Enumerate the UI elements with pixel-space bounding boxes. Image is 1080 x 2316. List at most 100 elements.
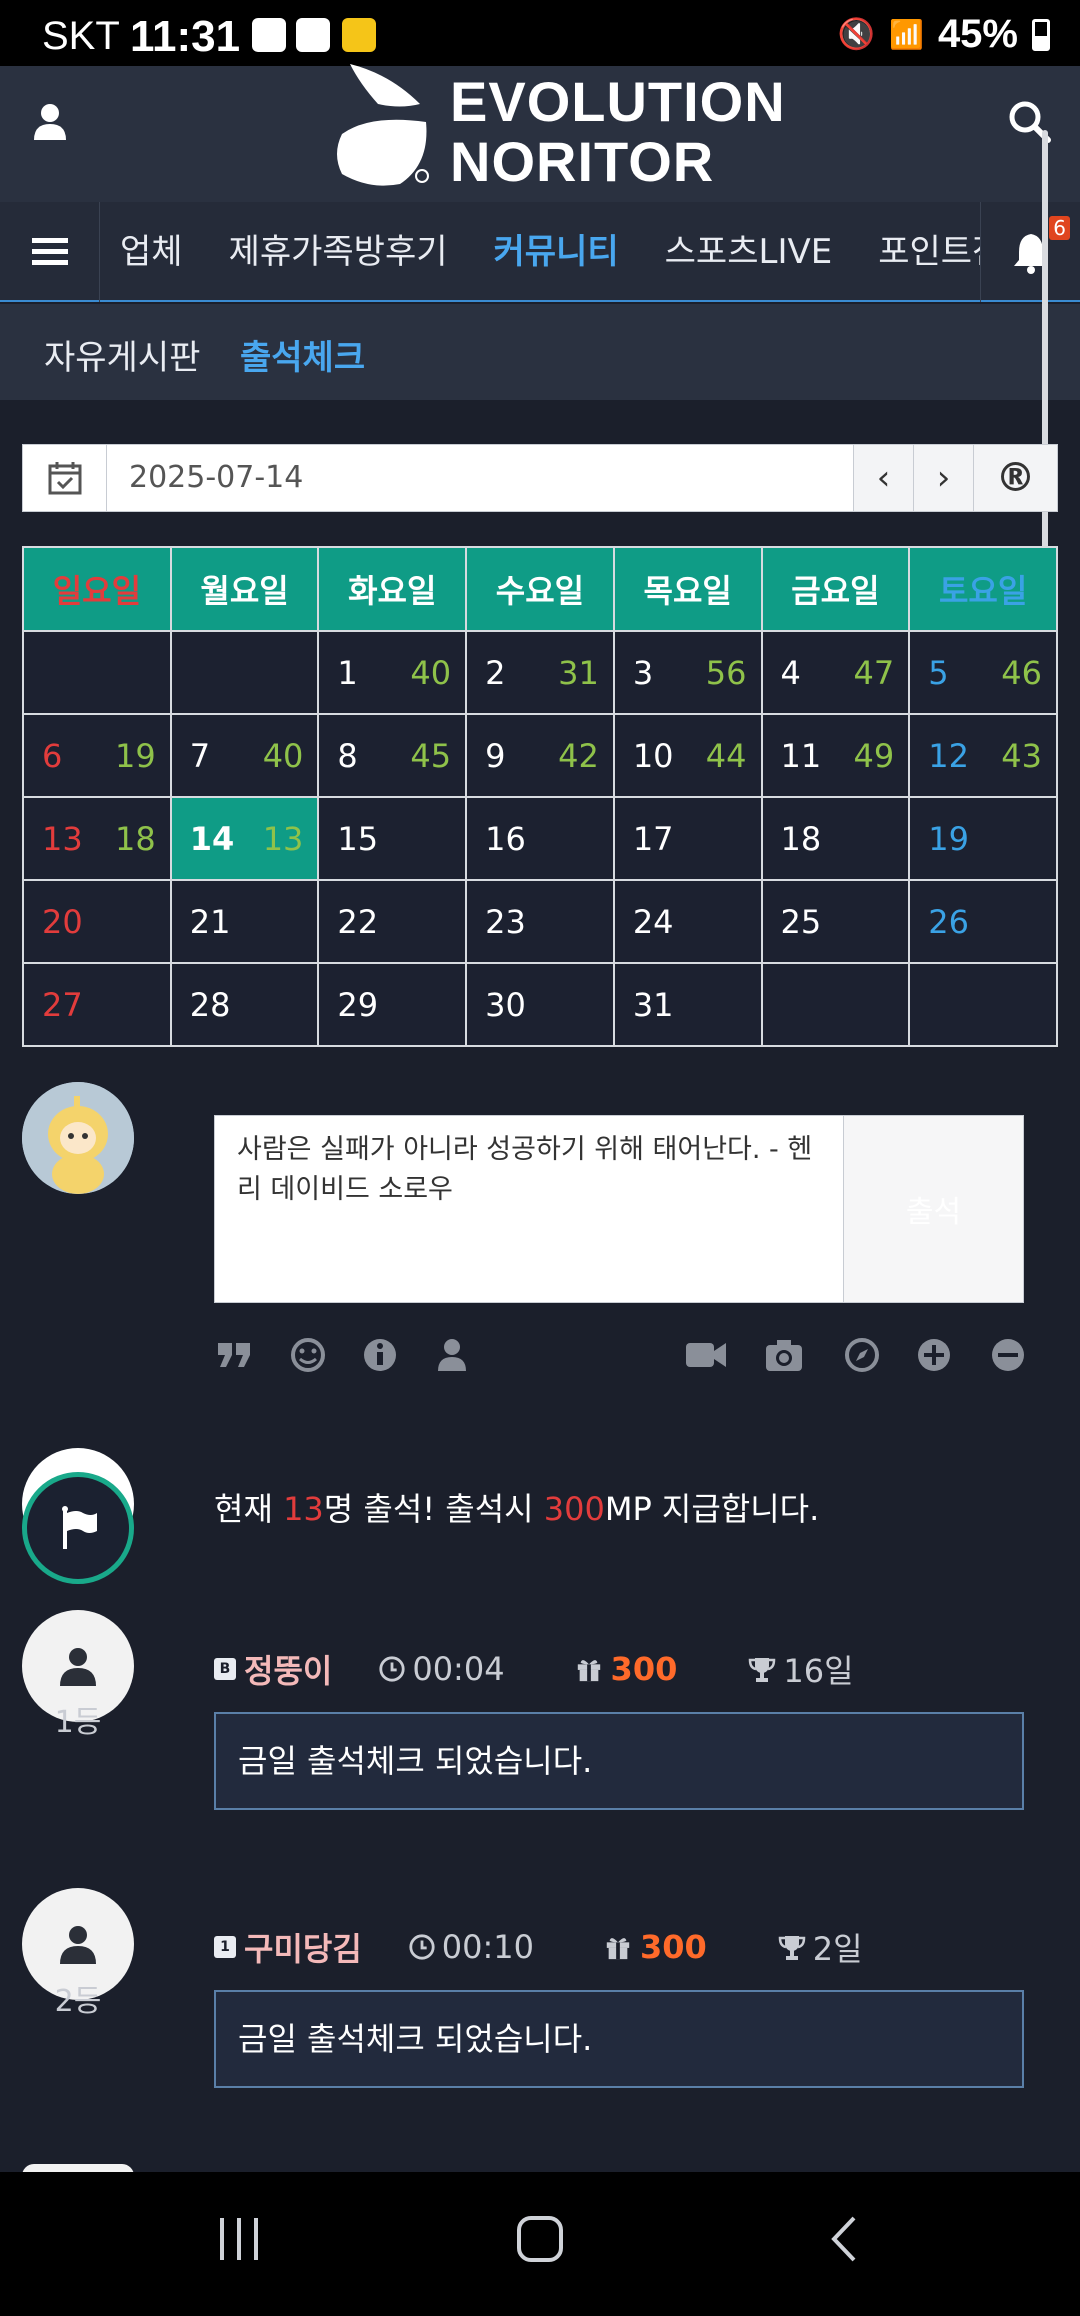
calendar-day-cell[interactable]: 8 45: [317, 713, 468, 798]
calendar-week-row: 1 40 2 31 3 56 4 47 5 46: [22, 630, 1058, 715]
calendar-day-cell[interactable]: 13 18: [22, 796, 172, 881]
calendar-day-attendance-count: 19: [114, 737, 156, 775]
brand-logo-icon[interactable]: [330, 64, 450, 190]
date-picker-bar: 2025-07-14 ‹ › ®: [22, 444, 1058, 512]
nav-item-points[interactable]: 포인트전: [878, 202, 980, 302]
recents-icon[interactable]: [214, 2214, 264, 2264]
attend-submit-button[interactable]: 출석: [843, 1116, 1023, 1302]
calendar-day-cell[interactable]: 5 46: [908, 630, 1058, 715]
subnav-attendance[interactable]: 출석체크: [240, 330, 365, 379]
calendar-day-attendance-count: 43: [1001, 737, 1042, 775]
reset-date-button[interactable]: ®: [973, 445, 1057, 511]
prev-month-button[interactable]: ‹: [853, 445, 913, 511]
calendar-day-cell[interactable]: 21: [169, 879, 320, 964]
calendar-day-cell[interactable]: 12 43: [908, 713, 1058, 798]
calendar-day-cell[interactable]: 14 13: [169, 796, 320, 881]
comment-textarea[interactable]: 사람은 실패가 아니라 성공하기 위해 태어난다. - 헨리 데이비드 소로우: [215, 1116, 843, 1302]
notifications-button[interactable]: 6: [980, 202, 1080, 302]
quote-icon[interactable]: [214, 1335, 254, 1375]
calendar-day-cell[interactable]: 26: [908, 879, 1058, 964]
entry-meta: 1 구미당김 00:10 300 2일: [214, 1924, 863, 1970]
calendar-weekday-header: 수요일: [465, 546, 615, 632]
mention-user-icon[interactable]: [432, 1335, 472, 1375]
calendar-day-cell[interactable]: 6 19: [22, 713, 172, 798]
calendar-day-cell[interactable]: 24: [612, 879, 763, 964]
user-icon: [60, 1926, 96, 1964]
video-icon[interactable]: [684, 1335, 728, 1375]
calendar-day-cell[interactable]: 4 47: [760, 630, 911, 715]
calendar-day-cell[interactable]: 29: [317, 962, 468, 1047]
calendar-day-number: 3: [632, 654, 654, 692]
subnav-free-board[interactable]: 자유게시판: [44, 330, 200, 379]
next-month-button[interactable]: ›: [913, 445, 973, 511]
wifi-icon: 📶: [889, 19, 924, 50]
calendar-day-cell[interactable]: 19: [908, 796, 1058, 881]
calendar-day-cell[interactable]: 25: [760, 879, 911, 964]
calendar-week-row: 27 28 29 30 31: [22, 962, 1058, 1047]
entry-points-value: 300: [610, 1650, 678, 1688]
nav-item-companies[interactable]: 업체: [120, 202, 183, 302]
date-input[interactable]: 2025-07-14: [107, 445, 853, 511]
calendar-week-row: 6 19 7 40 8 45 9 42 10 44 11 49 12 43: [22, 713, 1058, 798]
calendar-day-cell[interactable]: 7 40: [169, 713, 320, 798]
battery-percent: 45%: [937, 12, 1018, 56]
home-icon[interactable]: [515, 2214, 565, 2264]
image-notification-icon: [296, 18, 330, 52]
calendar-day-cell[interactable]: 27: [22, 962, 172, 1047]
calendar-day-number: 21: [189, 903, 231, 941]
calendar-day-cell[interactable]: 30: [465, 962, 615, 1047]
clock-icon: [409, 1934, 435, 1960]
battery-icon: [1032, 18, 1050, 51]
info-icon[interactable]: [360, 1335, 400, 1375]
compass-icon[interactable]: [842, 1335, 882, 1375]
calendar-day-cell[interactable]: 2 31: [465, 630, 615, 715]
entry-time-value: 00:10: [441, 1928, 534, 1966]
entry-username[interactable]: 정뚱이: [244, 1646, 332, 1692]
calendar-day-number: 11: [780, 737, 822, 775]
camera-icon[interactable]: [764, 1335, 804, 1375]
calendar-day-cell: [22, 630, 172, 715]
calendar-day-cell[interactable]: 1 40: [317, 630, 468, 715]
flag-icon-wrap: [22, 1472, 134, 1584]
calendar-day-cell[interactable]: 11 49: [760, 713, 911, 798]
calendar-day-cell[interactable]: 31: [612, 962, 763, 1047]
calendar-weekday-header: 일요일: [22, 546, 172, 632]
my-avatar[interactable]: [22, 1082, 134, 1194]
nav-item-community[interactable]: 커뮤니티: [494, 202, 619, 302]
expand-plus-icon[interactable]: [914, 1335, 954, 1375]
calendar-day-cell[interactable]: 20: [22, 879, 172, 964]
calendar-day-cell[interactable]: 23: [465, 879, 615, 964]
calendar-button[interactable]: [23, 445, 107, 511]
carrier-label: SKT: [42, 14, 120, 58]
gallery-notification-icon: [252, 18, 286, 52]
calendar-day-cell[interactable]: 22: [317, 879, 468, 964]
brand-logo-text[interactable]: EVOLUTION NORITOR: [450, 66, 786, 192]
user-icon[interactable]: [28, 100, 72, 144]
calendar-day-attendance-count: 13: [262, 820, 304, 858]
calendar-day-number: 20: [42, 903, 83, 941]
nav-item-family-reviews[interactable]: 제휴가족방후기: [229, 202, 448, 302]
calendar-day-number: 30: [485, 986, 526, 1024]
calendar-day-attendance-count: 31: [558, 654, 599, 692]
emoji-icon[interactable]: [288, 1335, 328, 1375]
calendar-week-row: 20 21 22 23 24 25 26: [22, 879, 1058, 964]
hamburger-menu-button[interactable]: [0, 202, 100, 302]
collapse-minus-icon[interactable]: [988, 1335, 1028, 1375]
calendar-day-cell: [760, 962, 911, 1047]
back-icon[interactable]: [820, 2214, 870, 2264]
calendar-day-attendance-count: 46: [1001, 654, 1042, 692]
calendar-day-cell[interactable]: 15: [317, 796, 468, 881]
calendar-day-number: 10: [632, 737, 674, 775]
site-header: EVOLUTION NORITOR: [0, 64, 1080, 202]
calendar-day-cell[interactable]: 28: [169, 962, 320, 1047]
calendar-day-cell[interactable]: 10 44: [612, 713, 763, 798]
calendar-day-cell[interactable]: 9 42: [465, 713, 615, 798]
nav-item-sports-live[interactable]: 스포츠LIVE: [665, 202, 833, 302]
calendar-day-attendance-count: 56: [705, 654, 747, 692]
calendar-day-number: 5: [928, 654, 949, 692]
calendar-day-cell[interactable]: 3 56: [612, 630, 763, 715]
calendar-day-cell[interactable]: 18: [760, 796, 911, 881]
calendar-day-cell[interactable]: 16: [465, 796, 615, 881]
entry-username[interactable]: 구미당김: [244, 1924, 362, 1970]
calendar-day-cell[interactable]: 17: [612, 796, 763, 881]
